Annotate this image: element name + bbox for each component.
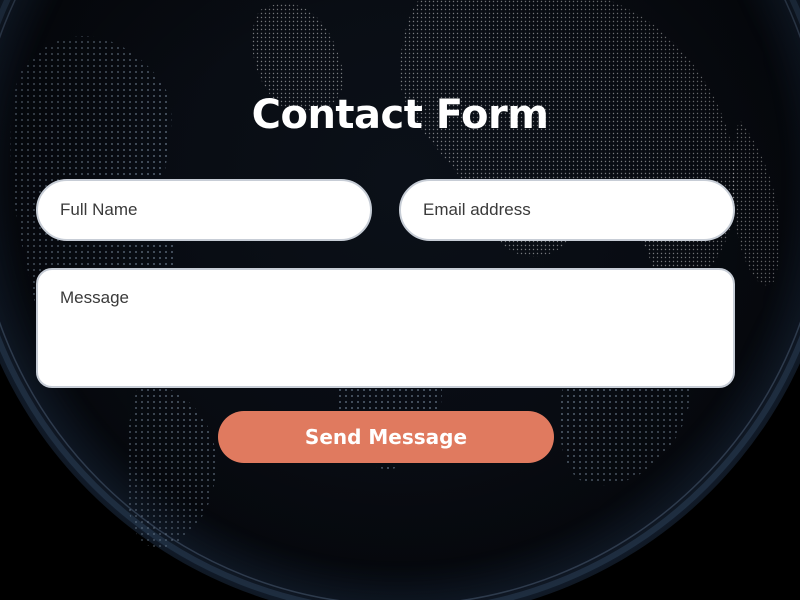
full-name-placeholder: Full Name bbox=[60, 200, 138, 219]
email-address-placeholder: Email address bbox=[423, 200, 531, 219]
contact-page: Contact Form Full Name Email address Mes… bbox=[0, 0, 800, 600]
form-title: Contact Form bbox=[251, 92, 549, 138]
full-name-input[interactable]: Full Name bbox=[36, 179, 372, 241]
message-textarea[interactable]: Message bbox=[36, 268, 735, 388]
message-placeholder: Message bbox=[60, 288, 129, 307]
email-address-input[interactable]: Email address bbox=[399, 179, 735, 241]
send-message-button[interactable]: Send Message bbox=[218, 411, 554, 463]
